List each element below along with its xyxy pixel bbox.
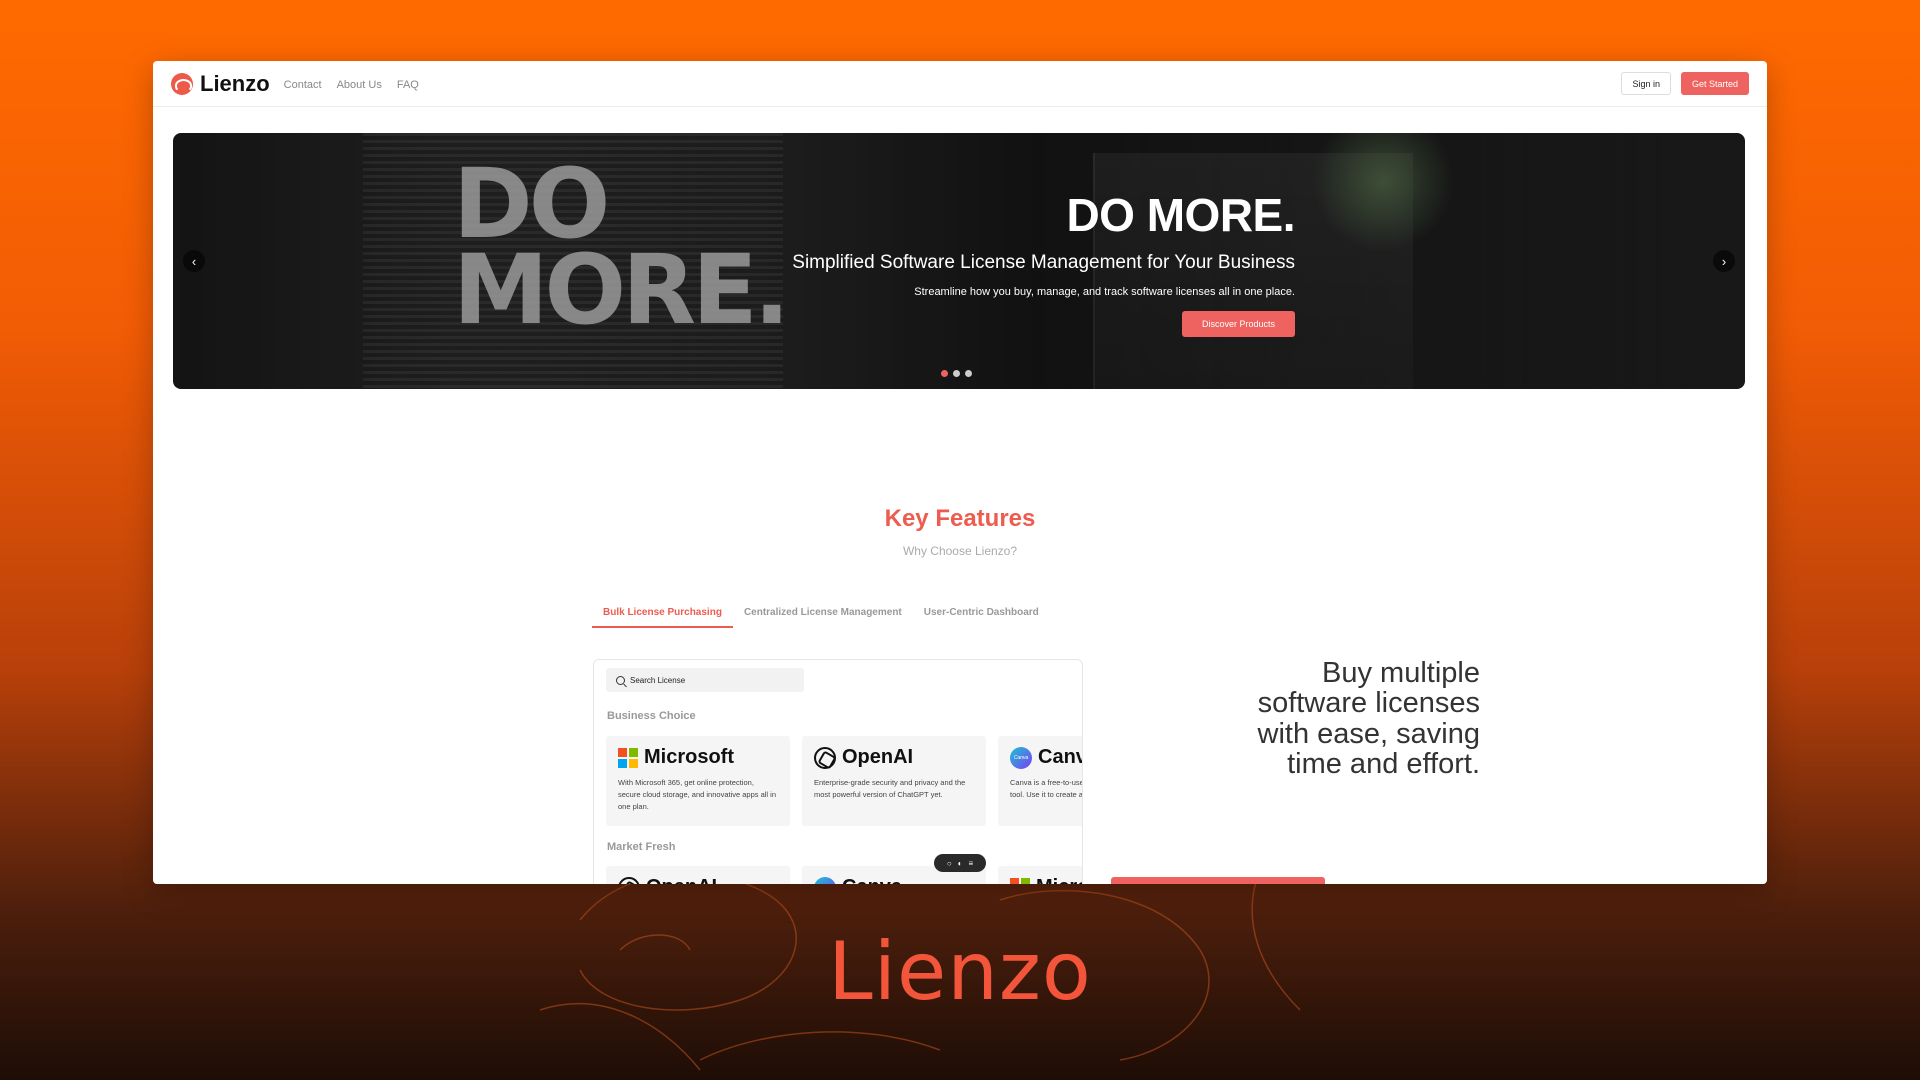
carousel-indicators [941,370,972,377]
chevron-right-icon: › [1721,253,1727,269]
microsoft-icon [1010,877,1030,884]
business-choice-cards: Microsoft With Microsoft 365, get online… [606,736,1083,826]
browser-window: Lienzo Contact About Us FAQ Sign in Get … [153,61,1767,884]
hero-description: Streamline how you buy, manage, and trac… [914,286,1295,298]
sign-in-button[interactable]: Sign in [1621,72,1671,95]
chevron-left-icon: ‹ [191,253,197,269]
section-label-market-fresh: Market Fresh [607,841,676,853]
carousel-prev-button[interactable]: ‹ [183,250,205,272]
tab-centralized-license-management[interactable]: Centralized License Management [733,607,913,628]
license-preview-panel: Search License Business Choice Microsoft… [593,659,1083,884]
carousel-next-button[interactable]: › [1713,250,1735,272]
toggle-icon[interactable]: ◐ [958,859,963,868]
nav-about-us[interactable]: About Us [337,79,382,91]
canva-icon: Canva [814,876,836,884]
card-title: OpenAI [646,876,717,884]
nav-contact[interactable]: Contact [284,79,322,91]
license-card-openai[interactable]: OpenAI Enterprise-grade security and pri… [802,736,986,826]
get-started-button[interactable]: Get Started [1680,72,1749,95]
card-title: Microsoft [1036,876,1082,884]
license-card-canva[interactable]: Canva Canva Canva is a free-to-use onlin… [998,736,1083,826]
discover-products-button[interactable]: Discover Products [1181,311,1295,337]
search-placeholder: Search License [630,675,686,685]
microsoft-icon [618,747,638,768]
carousel-dot-1[interactable] [941,370,948,377]
license-card-microsoft[interactable]: Microsoft With Microsoft 365, get online… [606,736,790,826]
hero-wall-lettering: DO MORE. [453,156,790,347]
hero-subtitle: Simplified Software License Management f… [792,252,1295,273]
card-title: Canva [842,876,902,884]
canva-icon: Canva [1010,746,1032,769]
license-card-microsoft[interactable]: Microsoft [998,866,1082,884]
card-title: OpenAI [842,746,914,768]
feature-headline: Buy multiple software licenses with ease… [1257,657,1480,781]
brand-name: Lienzo [200,70,270,96]
search-icon [616,675,625,685]
features-subtitle: Why Choose Lienzo? [902,544,1018,558]
menu-icon[interactable]: ≡ [969,859,974,868]
tab-bulk-license-purchasing[interactable]: Bulk License Purchasing [592,607,733,628]
caption-title: Lienzo [828,925,1092,1018]
openai-icon [814,746,836,769]
openai-icon [618,876,640,884]
card-title: Canva [1038,746,1082,768]
header-actions: Sign in Get Started [1621,72,1749,95]
main-nav: Contact About Us FAQ [284,79,419,91]
hero-background-plant [1313,133,1453,253]
features-title: Key Features [884,505,1036,532]
card-description: Enterprise-grade security and privacy an… [814,778,966,799]
feature-tabs: Bulk License Purchasing Centralized Lice… [592,607,1050,628]
lienzo-logo-icon [171,72,193,95]
hero-title: DO MORE. [1066,189,1295,241]
nav-faq[interactable]: FAQ [397,79,419,91]
wall-lettering-line-2: MORE. [453,234,790,347]
section-label-business-choice: Business Choice [607,710,696,722]
carousel-dot-3[interactable] [965,370,972,377]
hero-carousel: DO MORE. DO MORE. Simplified Software Li… [173,133,1745,389]
card-description: Canva is a free-to-use online graphic de… [1010,778,1083,799]
tab-user-centric-dashboard[interactable]: User-Centric Dashboard [913,607,1050,628]
feature-cta-button[interactable] [1111,877,1325,884]
carousel-dot-2[interactable] [953,370,960,377]
hero-content: DO MORE. Simplified Software License Man… [792,188,1295,337]
floating-toolbar[interactable]: ○ ◐ ≡ [934,854,986,872]
comment-icon[interactable]: ○ [947,859,952,868]
site-header: Lienzo Contact About Us FAQ Sign in Get … [153,61,1767,107]
brand-logo[interactable]: Lienzo [171,71,270,97]
search-license-input[interactable]: Search License [606,668,804,692]
card-description: With Microsoft 365, get online protectio… [618,778,777,811]
market-fresh-cards: OpenAI Canva Canva Microsoft [606,866,1082,884]
license-card-openai[interactable]: OpenAI [606,866,790,884]
card-title: Microsoft [644,746,734,768]
